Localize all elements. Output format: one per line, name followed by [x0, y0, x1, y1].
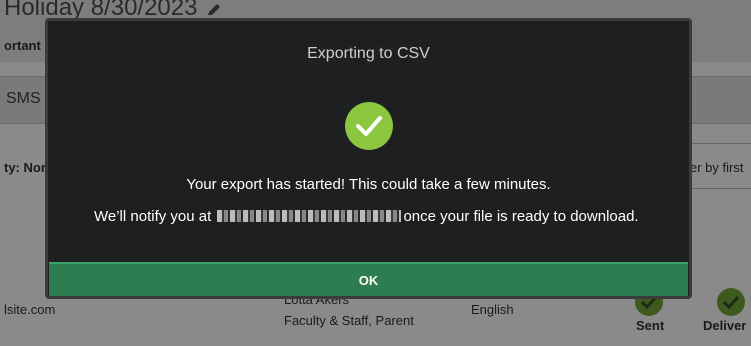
row-role: Faculty & Staff, Parent: [284, 313, 414, 328]
export-started-message: Your export has started! This could take…: [186, 176, 551, 193]
export-modal: Exporting to CSV Your export has started…: [45, 18, 692, 299]
row-status-delivered: Deliver: [703, 318, 747, 333]
modal-title: Exporting to CSV: [307, 45, 430, 62]
ok-button[interactable]: OK: [49, 262, 688, 296]
row-status-sent: Sent: [636, 318, 665, 333]
pencil-icon[interactable]: [205, 2, 223, 18]
row-language: English: [471, 302, 514, 317]
page-subtitle: ortant: [4, 38, 41, 53]
redacted-email: [217, 210, 402, 222]
notify-message-suffix: once your file is ready to download.: [403, 208, 639, 225]
delivered-check-icon: [717, 288, 745, 316]
filter-label: ty: Nor: [4, 160, 46, 175]
sort-select-value: er by first: [690, 160, 744, 175]
tab-sms[interactable]: SMS: [6, 90, 41, 108]
row-email: lsite.com: [4, 302, 56, 317]
notify-message-prefix: We’ll notify you at: [94, 208, 216, 225]
notify-message: We’ll notify you at once your file is re…: [94, 208, 639, 225]
check-circle-icon: [345, 102, 393, 150]
